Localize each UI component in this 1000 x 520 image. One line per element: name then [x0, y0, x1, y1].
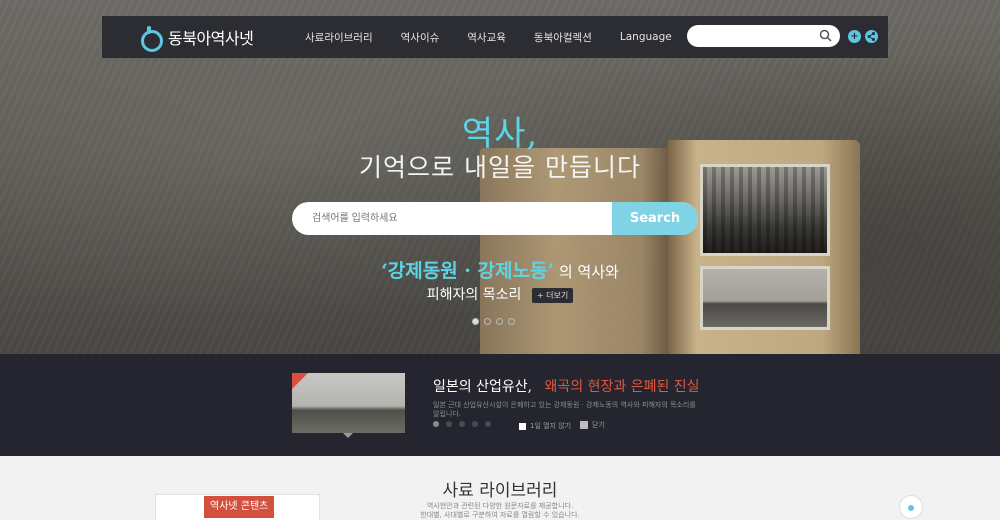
menu-item-collection[interactable]: 동북아컬렉션: [534, 30, 592, 45]
band-dot-2[interactable]: [446, 421, 452, 427]
band-dot-5[interactable]: [485, 421, 491, 427]
nav-search-field[interactable]: [687, 25, 840, 49]
hero-search-input[interactable]: [312, 202, 602, 235]
library-sub-line-2: 한대별, 사대별로 구분하여 자료를 열람할 수 있습니다.: [420, 511, 580, 519]
close-label: 닫기: [592, 421, 605, 429]
band-description: 일본 근대 산업유산시설이 은폐하고 있는 강제동원 · 강제노동의 역사와 피…: [433, 401, 696, 418]
search-icon[interactable]: [819, 29, 832, 42]
band-slide-indicator: [433, 421, 498, 427]
menu-item-language[interactable]: Language: [620, 31, 672, 43]
band-dot-3[interactable]: [459, 421, 465, 427]
promo-line2-text: 피해자의 목소리: [426, 287, 522, 303]
promo-highlight: ‘강제동원 · 강제노동’: [381, 260, 555, 282]
menu-item-history-issue[interactable]: 역사이슈: [401, 30, 440, 45]
slide-dot-2[interactable]: [484, 318, 491, 325]
more-button[interactable]: + 더보기: [531, 287, 574, 303]
side-scroll-button[interactable]: [899, 495, 923, 519]
band-thumbnail-image[interactable]: [292, 373, 405, 433]
promo-rest: 의 역사와: [558, 263, 619, 281]
hide-today-label: 1일 열지 않기: [530, 422, 572, 430]
band-title-main: 일본의 산업유산,: [433, 379, 533, 395]
band-close-button[interactable]: 닫기: [580, 420, 605, 430]
logo-mark-icon: [140, 26, 163, 52]
hero-search-box: Search: [292, 202, 698, 235]
logo-text: 동북아역사넷: [168, 29, 254, 48]
band-title-highlight: 왜곡의 현장과 은폐된 진실: [544, 379, 700, 395]
hero-search-button[interactable]: Search: [612, 202, 698, 235]
band-dot-1[interactable]: [433, 421, 439, 427]
slide-dot-3[interactable]: [496, 318, 503, 325]
band-title[interactable]: 일본의 산업유산, 왜곡의 현장과 은폐된 진실: [433, 376, 700, 396]
hide-today-checkbox[interactable]: 1일 열지 않기: [519, 421, 571, 431]
nav-search-input[interactable]: [697, 26, 817, 49]
share-icon[interactable]: [865, 30, 878, 43]
library-sub-line-1: 역사현안과 관련된 다양한 원문자료를 제공합니다.: [426, 502, 574, 510]
site-logo[interactable]: 동북아역사넷: [140, 25, 254, 52]
slide-dot-1[interactable]: [472, 318, 479, 325]
main-menu: 사료라이브러리 역사이슈 역사교육 동북아컬렉션 Language: [305, 16, 700, 58]
slide-indicator: [472, 318, 520, 325]
promo-line-1[interactable]: ‘강제동원 · 강제노동’ 의 역사와: [0, 256, 1000, 283]
top-navigation-bar: 동북아역사넷 사료라이브러리 역사이슈 역사교육 동북아컬렉션 Language…: [102, 16, 888, 58]
library-title: 사료 라이브러리: [442, 481, 558, 501]
plus-icon[interactable]: +: [848, 30, 861, 43]
menu-item-library[interactable]: 사료라이브러리: [305, 30, 373, 45]
promo-line-2: 피해자의 목소리 + 더보기: [0, 284, 1000, 304]
menu-item-history-education[interactable]: 역사교육: [467, 30, 506, 45]
hero-title: 기억으로 내일을 만듭니다: [359, 153, 641, 182]
checkbox-icon[interactable]: [519, 422, 526, 430]
slide-dot-4[interactable]: [508, 318, 515, 325]
library-subtitle: 역사현안과 관련된 다양한 원문자료를 제공합니다. 한대별, 사대별로 구분하…: [0, 502, 1000, 520]
notice-band: 일본의 산업유산, 왜곡의 현장과 은폐된 진실 일본 근대 산업유산시설이 은…: [0, 354, 1000, 456]
band-dot-4[interactable]: [472, 421, 478, 427]
close-icon: [580, 421, 588, 429]
caret-down-icon: [343, 433, 353, 438]
